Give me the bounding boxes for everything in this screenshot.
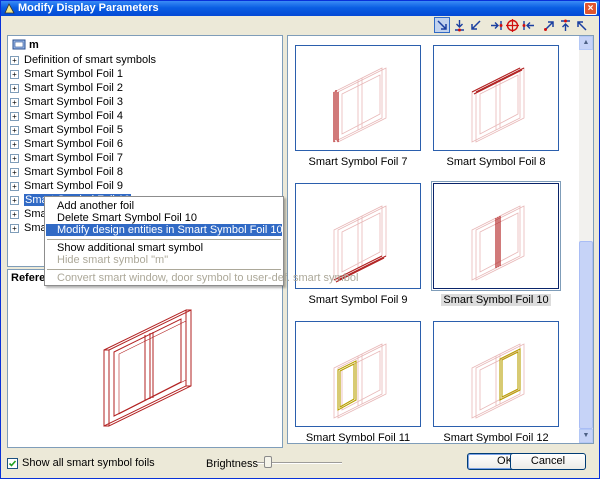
tree-item[interactable]: + Smart Symbol Foil 5	[10, 123, 123, 137]
menu-hide-symbol: Hide smart symbol "m"	[57, 254, 169, 266]
arrow-up-stop-icon[interactable]	[557, 17, 573, 33]
menu-modify-design-entities[interactable]: Modify design entities in Smart Symbol F…	[46, 224, 283, 236]
check-mark-icon	[8, 459, 17, 467]
expand-icon[interactable]: +	[10, 209, 19, 219]
foil-preview[interactable]	[433, 45, 559, 151]
brightness-label: Brightness	[206, 458, 258, 470]
expand-icon[interactable]: +	[10, 69, 19, 79]
arrow-up-left-icon[interactable]	[573, 17, 589, 33]
foil-preview[interactable]	[431, 181, 561, 291]
foil-preview[interactable]	[295, 321, 421, 427]
tree-item[interactable]: + Smart Symbol Foil 4	[10, 109, 123, 123]
app-icon	[4, 3, 15, 14]
tree-item-label: Smart Symbol Foil 9	[24, 180, 124, 192]
menu-show-additional[interactable]: Show additional smart symbol	[46, 242, 282, 254]
foil-tile[interactable]: Smart Symbol Foil 9	[295, 183, 421, 306]
foil-caption: Smart Symbol Foil 8	[433, 156, 559, 168]
foil-caption: Smart Symbol Foil 11	[295, 432, 421, 444]
arrow-right-stop-icon[interactable]	[488, 17, 504, 33]
show-all-foils-checkbox[interactable]	[7, 457, 18, 469]
tree-item-label: Smart Symbol Foil 7	[24, 152, 124, 164]
tree-item[interactable]: + Smart Symbol Foil 7	[10, 151, 123, 165]
tree-root[interactable]: m	[12, 38, 39, 52]
expand-icon[interactable]: +	[10, 153, 19, 163]
scroll-down-button[interactable]: ▼	[579, 429, 593, 443]
reference-preview	[103, 309, 192, 427]
foil-preview[interactable]	[433, 321, 559, 427]
foil-caption: Smart Symbol Foil 7	[295, 156, 421, 168]
foil-caption-text: Smart Symbol Foil 12	[443, 432, 549, 444]
slider-thumb[interactable]	[264, 456, 272, 468]
expand-icon[interactable]: +	[10, 97, 19, 107]
foil-caption: Smart Symbol Foil 12	[433, 432, 559, 444]
tree-item-label: Smart Symbol Foil 2	[24, 82, 124, 94]
arrow-down-left-icon[interactable]	[467, 17, 483, 33]
tree-item-label: Smart Symbol Foil 6	[24, 138, 124, 150]
foil-caption-text: Smart Symbol Foil 10	[441, 294, 551, 306]
foil-tile[interactable]: Smart Symbol Foil 11	[295, 321, 421, 444]
tree-item-label: Smart Symbol Foil 4	[24, 110, 124, 122]
expand-icon[interactable]: +	[10, 55, 19, 65]
menu-add-foil[interactable]: Add another foil	[46, 200, 282, 212]
tree-item-label: Definition of smart symbols	[24, 54, 157, 66]
expand-icon[interactable]: +	[10, 139, 19, 149]
menu-separator	[47, 269, 281, 270]
toolbar	[1, 16, 599, 34]
arrow-up-right-icon[interactable]	[541, 17, 557, 33]
window-title: Modify Display Parameters	[18, 2, 159, 14]
foil-caption-text: Smart Symbol Foil 9	[308, 294, 408, 306]
cancel-button[interactable]: Cancel	[510, 453, 586, 470]
foil-caption: Smart Symbol Foil 9	[295, 294, 421, 306]
gallery-scrollbar[interactable]: ▲ ▼	[579, 36, 593, 443]
tree-item[interactable]: + Smart Symbol Foil 9	[10, 179, 123, 193]
reference-panel: Referen	[7, 269, 283, 448]
expand-icon[interactable]: +	[10, 181, 19, 191]
bottom-bar: Show all smart symbol foils Brightness O…	[1, 451, 599, 476]
tree-item-label: Smart Symbol Foil 8	[24, 166, 124, 178]
tree-item-label: Smart Symbol Foil 5	[24, 124, 124, 136]
arrow-down-stop-icon[interactable]	[451, 17, 467, 33]
expand-icon[interactable]: +	[10, 223, 19, 233]
tree-item-label: Smart Symbol Foil 1	[24, 68, 124, 80]
foil-caption-text: Smart Symbol Foil 7	[308, 156, 408, 168]
foil-preview[interactable]	[295, 45, 421, 151]
menu-convert-symbol: Convert smart window, door symbol to use…	[57, 272, 359, 284]
close-button[interactable]: ×	[584, 2, 597, 15]
tree-item[interactable]: + Smart Symbol Foil 6	[10, 137, 123, 151]
tree-item[interactable]: + Smart Symbol Foil 3	[10, 95, 123, 109]
foil-tile[interactable]: Smart Symbol Foil 12	[433, 321, 559, 444]
brightness-slider[interactable]	[256, 455, 342, 469]
tree-item[interactable]: + Smart Symbol Foil 1	[10, 67, 123, 81]
title-bar[interactable]: Modify Display Parameters ×	[1, 1, 599, 16]
foil-caption-text: Smart Symbol Foil 8	[446, 156, 546, 168]
dialog-window: Modify Display Parameters × m + Definiti…	[0, 0, 600, 479]
expand-icon[interactable]: +	[10, 195, 19, 205]
tree-item[interactable]: + Smart Symbol Foil 8	[10, 165, 123, 179]
arrow-left-stop-icon[interactable]	[520, 17, 536, 33]
arrow-down-right-icon[interactable]	[434, 17, 450, 33]
target-icon[interactable]	[504, 17, 520, 33]
expand-icon[interactable]: +	[10, 167, 19, 177]
tree-item[interactable]: + Smart Symbol Foil 2	[10, 81, 123, 95]
tree-item[interactable]: + Definition of smart symbols	[10, 53, 156, 67]
expand-icon[interactable]: +	[10, 83, 19, 93]
foil-gallery[interactable]: Smart Symbol Foil 7 Smart Symbol Foil 8 Sm…	[287, 35, 594, 444]
scroll-up-button[interactable]: ▲	[579, 36, 593, 50]
expand-icon[interactable]: +	[10, 111, 19, 121]
menu-delete-foil[interactable]: Delete Smart Symbol Foil 10	[46, 212, 282, 224]
context-menu: Add another foil Delete Smart Symbol Foi…	[44, 196, 359, 286]
expand-icon[interactable]: +	[10, 125, 19, 135]
foil-caption: Smart Symbol Foil 10	[433, 294, 559, 306]
menu-separator	[47, 239, 281, 240]
foil-tile[interactable]: Smart Symbol Foil 10	[431, 181, 561, 306]
smart-symbol-icon	[12, 39, 26, 50]
foil-tile[interactable]: Smart Symbol Foil 8	[433, 45, 559, 168]
foil-caption-text: Smart Symbol Foil 11	[305, 432, 411, 444]
show-all-foils-option[interactable]: Show all smart symbol foils	[7, 457, 155, 469]
show-all-foils-label: Show all smart symbol foils	[22, 457, 155, 469]
tree-item-label: Smart Symbol Foil 3	[24, 96, 124, 108]
tree-root-label: m	[29, 39, 39, 51]
foil-tile[interactable]: Smart Symbol Foil 7	[295, 45, 421, 168]
scroll-thumb[interactable]	[579, 241, 593, 429]
